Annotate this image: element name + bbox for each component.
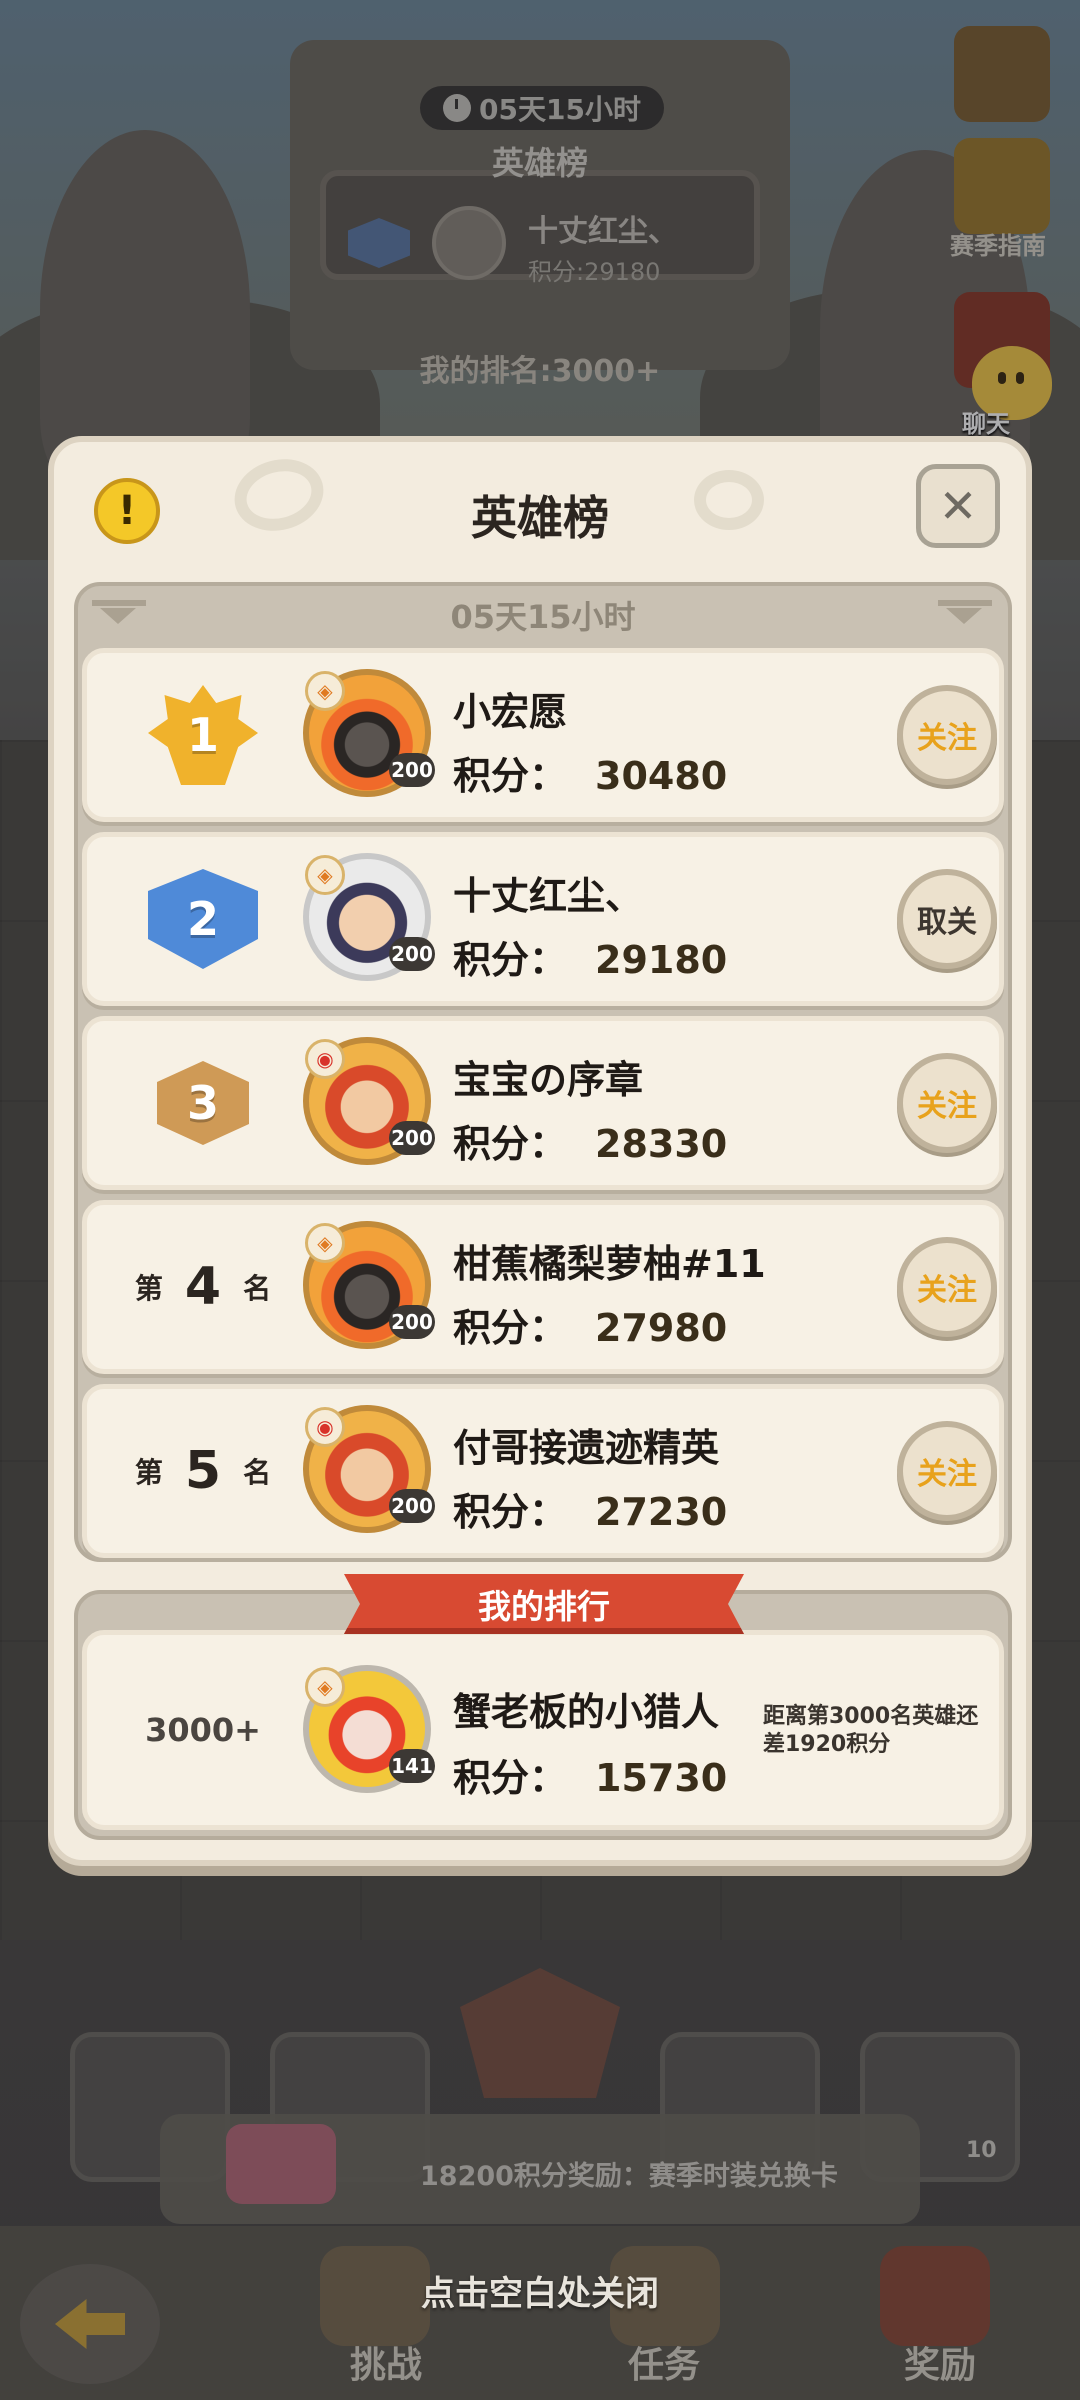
player-score: 积分： 29180 — [453, 938, 728, 982]
level-badge: 141 — [389, 1749, 435, 1783]
avatar[interactable]: ◈ 200 — [303, 669, 435, 797]
leaderboard-row: 第4名 ◈ 200 柑蕉橘梨萝柚#11 积分： 27980 关注 — [82, 1200, 1004, 1374]
follow-button[interactable]: 关注 — [897, 1053, 997, 1153]
avatar[interactable]: ◈ 200 — [303, 1221, 435, 1349]
level-badge: 200 — [389, 1121, 435, 1155]
player-score: 积分： 27980 — [453, 1306, 728, 1350]
countdown: 05天15小时 — [450, 598, 636, 636]
leaderboard-row: 2 ◈ 200 十丈红尘、 积分： 29180 取关 — [82, 832, 1004, 1006]
leaderboard-row: 3 ◉ 200 宝宝の序章 积分： 28330 关注 — [82, 1016, 1004, 1190]
player-name: 蟹老板的小猎人 — [453, 1690, 720, 1734]
class-badge-icon: ◈ — [305, 1223, 345, 1263]
close-icon: ✕ — [938, 479, 978, 533]
leaderboard-row: 1 ◈ 200 小宏愿 积分： 30480 关注 — [82, 648, 1004, 822]
rank-text: 第5名 — [134, 1441, 272, 1501]
level-badge: 200 — [389, 1489, 435, 1523]
class-badge-icon: ◈ — [305, 855, 345, 895]
bronze-medal-icon: 3 — [157, 1061, 249, 1145]
rank-slot: 第5名 — [113, 1389, 293, 1553]
rank-slot: 1 — [113, 653, 293, 817]
follow-button[interactable]: 关注 — [897, 685, 997, 785]
my-rank-ribbon: 我的排行 — [344, 1574, 744, 1634]
player-score: 积分： 30480 — [453, 754, 728, 798]
class-badge-icon: ◈ — [305, 1667, 345, 1707]
player-name: 付哥接遗迹精英 — [453, 1426, 720, 1470]
chevron-right-icon — [938, 600, 992, 624]
class-badge-icon: ◉ — [305, 1039, 345, 1079]
rank-text: 第4名 — [134, 1257, 272, 1317]
my-rank-value: 3000+ — [145, 1711, 261, 1749]
modal-title: 英雄榜 — [471, 491, 609, 545]
class-badge-icon: ◈ — [305, 671, 345, 711]
player-name: 小宏愿 — [453, 690, 568, 734]
gold-medal-icon: 1 — [148, 685, 258, 785]
level-badge: 200 — [389, 753, 435, 787]
rank-slot: 2 — [113, 837, 293, 1001]
leaderboard-list[interactable]: 05天15小时 1 ◈ 200 小宏愿 积分：30480 关注 2 ◈ 200 — [74, 582, 1012, 1562]
level-badge: 200 — [389, 937, 435, 971]
avatar[interactable]: ◈ 141 — [303, 1665, 435, 1793]
rank-slot: 3000+ — [113, 1635, 293, 1825]
avatar[interactable]: ◉ 200 — [303, 1405, 435, 1533]
player-score: 积分： 28330 — [453, 1122, 728, 1166]
level-badge: 200 — [389, 1305, 435, 1339]
player-score: 积分： 15730 — [453, 1756, 728, 1800]
leaderboard-modal: ! 英雄榜 ✕ 05天15小时 1 ◈ 200 小宏愿 积分： 30480 关注 … — [48, 436, 1032, 1866]
avatar[interactable]: ◈ 200 — [303, 853, 435, 981]
class-badge-icon: ◉ — [305, 1407, 345, 1447]
player-score: 积分： 27230 — [453, 1490, 728, 1534]
player-name: 十丈红尘、 — [453, 874, 644, 918]
player-name: 宝宝の序章 — [453, 1058, 644, 1102]
leaderboard-row: 第5名 ◉ 200 付哥接遗迹精英 积分： 27230 关注 — [82, 1384, 1004, 1558]
player-name: 柑蕉橘梨萝柚#11 — [453, 1242, 766, 1286]
silver-medal-icon: 2 — [148, 869, 258, 969]
rank-slot: 第4名 — [113, 1205, 293, 1369]
avatar[interactable]: ◉ 200 — [303, 1037, 435, 1165]
gap-note: 距离第3000名英雄还差1920积分 — [763, 1704, 979, 1757]
my-rank-row: 3000+ ◈ 141 蟹老板的小猎人 积分： 15730 距离第3000名英雄还… — [82, 1630, 1004, 1830]
close-hint[interactable]: 点击空白处关闭 — [340, 2266, 740, 2315]
follow-button[interactable]: 关注 — [897, 1421, 997, 1521]
unfollow-button[interactable]: 取关 — [897, 869, 997, 969]
rank-slot: 3 — [113, 1021, 293, 1185]
close-button[interactable]: ✕ — [916, 464, 1000, 548]
follow-button[interactable]: 关注 — [897, 1237, 997, 1337]
